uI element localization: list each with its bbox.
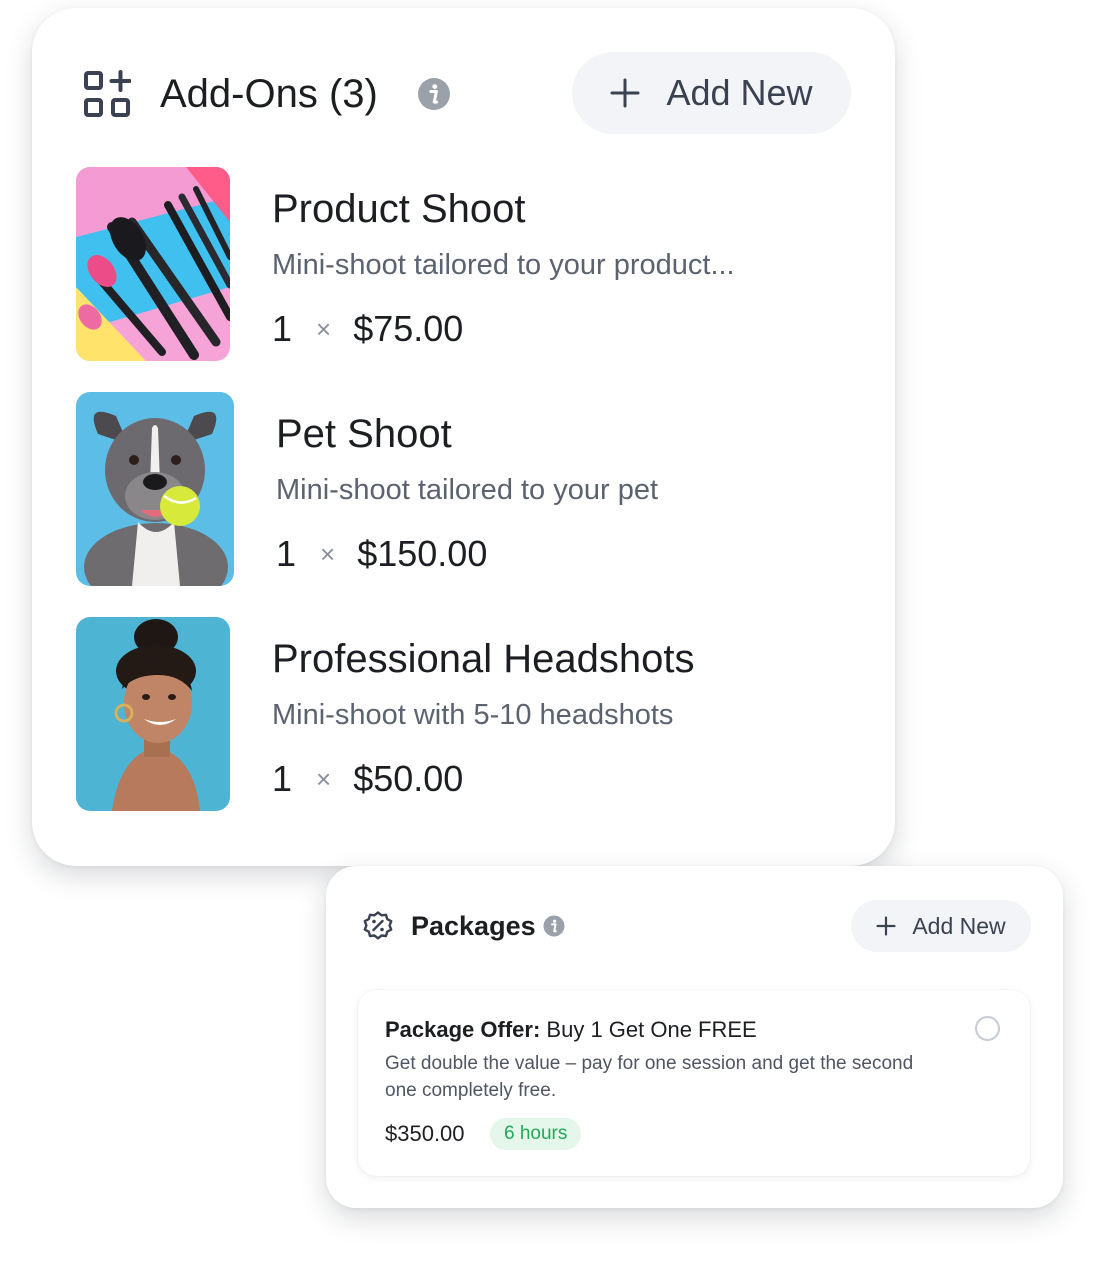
dog-with-tennis-ball-photo xyxy=(76,392,234,586)
addon-price: $50.00 xyxy=(353,758,464,799)
add-new-package-button[interactable]: Add New xyxy=(851,900,1031,952)
times-icon: × xyxy=(316,314,332,344)
addon-quantity: 1 xyxy=(272,758,293,799)
addon-quantity: 1 xyxy=(276,533,297,574)
addon-price-row: 1 × $150.00 xyxy=(276,532,487,576)
addon-item-pet-shoot[interactable]: Pet Shoot Mini-shoot tailored to your pe… xyxy=(32,392,895,592)
addons-header: Add-Ons (3) Add New xyxy=(32,8,895,178)
addon-price-row: 1 × $50.00 xyxy=(272,757,463,801)
offer-name: Buy 1 Get One FREE xyxy=(546,1017,757,1042)
addon-description: Mini-shoot with 5-10 headshots xyxy=(272,699,674,731)
add-new-label: Add New xyxy=(666,72,813,113)
addon-item-professional-headshots[interactable]: Professional Headshots Mini-shoot with 5… xyxy=(32,617,895,817)
addons-card: Add-Ons (3) Add New Product Shoot Mini-s… xyxy=(32,8,895,866)
addon-price-row: 1 × $75.00 xyxy=(272,307,463,351)
grid-add-icon xyxy=(84,70,131,117)
info-icon[interactable] xyxy=(543,915,565,937)
offer-select-radio[interactable] xyxy=(975,1016,1000,1041)
addon-description: Mini-shoot tailored to your product... xyxy=(272,249,735,281)
addon-title: Professional Headshots xyxy=(272,637,695,681)
addon-price: $150.00 xyxy=(357,533,488,574)
duration-badge: 6 hours xyxy=(490,1118,582,1150)
offer-price: $350.00 xyxy=(385,1121,465,1146)
addon-price: $75.00 xyxy=(353,308,464,349)
plus-icon xyxy=(610,78,640,108)
add-new-addon-button[interactable]: Add New xyxy=(572,52,851,134)
packages-title: Packages xyxy=(411,911,536,941)
makeup-brushes-photo xyxy=(76,167,230,361)
offer-description: Get double the value – pay for one sessi… xyxy=(385,1053,914,1101)
discount-badge-icon xyxy=(363,911,393,940)
smiling-woman-portrait-photo xyxy=(76,617,230,811)
package-offer-card[interactable]: Package Offer: Buy 1 Get One FREE Get do… xyxy=(358,990,1030,1176)
addon-quantity: 1 xyxy=(272,308,293,349)
plus-icon xyxy=(876,916,896,936)
offer-title: Package Offer: Buy 1 Get One FREE xyxy=(385,1016,757,1044)
add-new-label: Add New xyxy=(912,912,1006,939)
offer-label: Package Offer: xyxy=(385,1017,541,1042)
stage: Add-Ons (3) Add New Product Shoot Mini-s… xyxy=(0,0,1093,1263)
addons-title: Add-Ons (3) xyxy=(160,72,378,116)
addon-description: Mini-shoot tailored to your pet xyxy=(276,474,659,506)
info-icon[interactable] xyxy=(417,77,451,111)
addon-title: Product Shoot xyxy=(272,187,526,231)
times-icon: × xyxy=(320,539,336,569)
times-icon: × xyxy=(316,764,332,794)
packages-card: Packages Add New Package Offer: Buy 1 Ge… xyxy=(326,866,1063,1208)
addon-title: Pet Shoot xyxy=(276,412,452,456)
addon-item-product-shoot[interactable]: Product Shoot Mini-shoot tailored to you… xyxy=(32,167,895,367)
